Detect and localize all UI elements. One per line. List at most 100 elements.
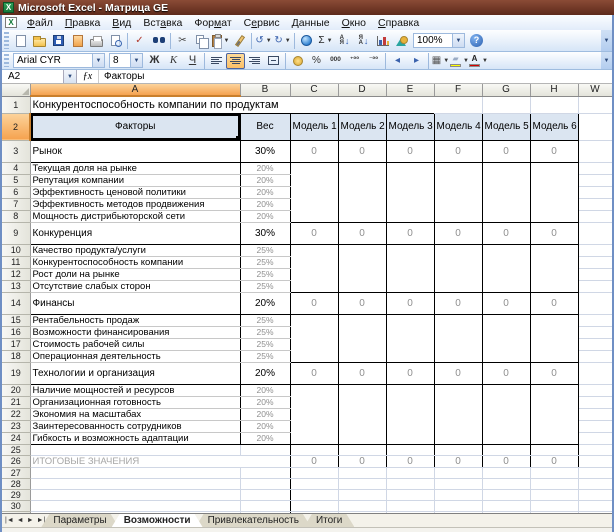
empty-cell[interactable]: [240, 489, 290, 500]
empty-cell[interactable]: [482, 467, 530, 478]
increase-indent-button[interactable]: ▸: [407, 53, 426, 69]
name-box-dropdown[interactable]: ▼: [64, 70, 77, 83]
row-label-cell[interactable]: Заинтересованность сотрудников: [30, 420, 240, 432]
value-cell[interactable]: [386, 162, 434, 174]
header-model-cell-4[interactable]: Модель 4: [434, 113, 482, 140]
value-cell[interactable]: 0: [338, 292, 386, 314]
sheet-title-cell[interactable]: Конкурентоспособность компании по продук…: [30, 96, 434, 113]
row-header-7[interactable]: 7: [2, 198, 30, 210]
workbook-icon[interactable]: X: [5, 17, 17, 28]
chevron-down-icon[interactable]: ▼: [92, 54, 104, 67]
value-cell[interactable]: [434, 256, 482, 268]
next-sheet-button[interactable]: ►: [27, 517, 34, 524]
empty-cell[interactable]: [578, 500, 612, 511]
toolbar-grip[interactable]: [4, 54, 9, 68]
empty-cell[interactable]: [578, 489, 612, 500]
row-header-19[interactable]: 19: [2, 362, 30, 384]
row-header-13[interactable]: 13: [2, 280, 30, 292]
empty-cell[interactable]: [530, 478, 578, 489]
value-cell[interactable]: [482, 186, 530, 198]
font-color-button[interactable]: А▼: [469, 53, 488, 69]
value-cell[interactable]: 0: [530, 362, 578, 384]
value-cell[interactable]: 0: [386, 362, 434, 384]
value-cell[interactable]: [434, 338, 482, 350]
menu-item-3[interactable]: Вставка: [137, 16, 188, 30]
empty-cell[interactable]: [578, 467, 612, 478]
value-cell[interactable]: [434, 174, 482, 186]
row-header-24[interactable]: 24: [2, 432, 30, 444]
value-cell[interactable]: 0: [482, 222, 530, 244]
weight-cell[interactable]: 20%: [240, 396, 290, 408]
underline-button[interactable]: Ч: [183, 53, 202, 69]
value-cell[interactable]: [338, 244, 386, 256]
decrease-indent-button[interactable]: ◂: [388, 53, 407, 69]
row-label-cell[interactable]: Возможности финансирования: [30, 326, 240, 338]
empty-cell[interactable]: [290, 500, 338, 511]
empty-cell[interactable]: [30, 489, 240, 500]
row-label-cell[interactable]: Конкурентоспособность компании: [30, 256, 240, 268]
borders-button[interactable]: ▦▼: [431, 53, 450, 69]
value-cell[interactable]: [386, 432, 434, 444]
value-cell[interactable]: [434, 432, 482, 444]
row-header-16[interactable]: 16: [2, 326, 30, 338]
value-cell[interactable]: [386, 174, 434, 186]
value-cell[interactable]: [434, 162, 482, 174]
increase-decimal-button[interactable]: ⁺⁰⁰: [345, 53, 364, 69]
value-cell[interactable]: [290, 210, 338, 222]
empty-cell[interactable]: [578, 280, 612, 292]
empty-cell[interactable]: [578, 444, 612, 455]
value-cell[interactable]: [530, 198, 578, 210]
value-cell[interactable]: [434, 280, 482, 292]
value-cell[interactable]: [386, 198, 434, 210]
row-header-6[interactable]: 6: [2, 186, 30, 198]
row-label-cell[interactable]: Рост доли на рынке: [30, 268, 240, 280]
weight-cell[interactable]: 20%: [240, 210, 290, 222]
column-header-G[interactable]: G: [482, 84, 530, 96]
empty-cell[interactable]: [578, 478, 612, 489]
value-cell[interactable]: [290, 186, 338, 198]
value-cell[interactable]: [290, 408, 338, 420]
header-model-cell-2[interactable]: Модель 2: [338, 113, 386, 140]
value-cell[interactable]: [530, 174, 578, 186]
row-label-cell[interactable]: Отсутствие слабых сторон: [30, 280, 240, 292]
value-cell[interactable]: [530, 210, 578, 222]
row-header-12[interactable]: 12: [2, 268, 30, 280]
row-header-28[interactable]: 28: [2, 478, 30, 489]
value-cell[interactable]: [434, 210, 482, 222]
row-label-cell[interactable]: Эффективность ценовой политики: [30, 186, 240, 198]
header-model-cell-3[interactable]: Модель 3: [386, 113, 434, 140]
row-label-cell[interactable]: Финансы: [30, 292, 240, 314]
print-button[interactable]: [87, 32, 106, 50]
row-label-cell[interactable]: Качество продукта/услуги: [30, 244, 240, 256]
row-header-4[interactable]: 4: [2, 162, 30, 174]
value-cell[interactable]: 0: [434, 362, 482, 384]
value-cell[interactable]: [290, 396, 338, 408]
chevron-down-icon[interactable]: ▼: [327, 38, 333, 44]
sort-descending-button[interactable]: ЯА↓: [354, 32, 373, 50]
empty-cell[interactable]: [30, 467, 240, 478]
empty-cell[interactable]: [578, 420, 612, 432]
help-button[interactable]: ?: [467, 32, 486, 50]
totals-value-cell[interactable]: 0: [290, 455, 338, 467]
empty-cell[interactable]: [482, 489, 530, 500]
cell-H1[interactable]: [530, 96, 578, 113]
toolbar-options-button[interactable]: ▼: [601, 30, 612, 51]
empty-cell[interactable]: [482, 444, 530, 455]
open-button[interactable]: [30, 32, 49, 50]
menu-item-8[interactable]: Справка: [372, 16, 425, 30]
menu-item-5[interactable]: Сервис: [238, 16, 286, 30]
chevron-down-icon[interactable]: ▼: [452, 34, 464, 47]
value-cell[interactable]: [434, 186, 482, 198]
value-cell[interactable]: [386, 384, 434, 396]
weight-cell[interactable]: 25%: [240, 338, 290, 350]
empty-cell[interactable]: [434, 444, 482, 455]
value-cell[interactable]: [434, 326, 482, 338]
font-name-combo[interactable]: Arial CYR ▼: [13, 53, 105, 68]
value-cell[interactable]: [338, 198, 386, 210]
totals-value-cell[interactable]: 0: [530, 455, 578, 467]
empty-cell[interactable]: [578, 362, 612, 384]
research-button[interactable]: [149, 32, 168, 50]
weight-cell[interactable]: 20%: [240, 420, 290, 432]
empty-cell[interactable]: [578, 408, 612, 420]
value-cell[interactable]: [290, 280, 338, 292]
